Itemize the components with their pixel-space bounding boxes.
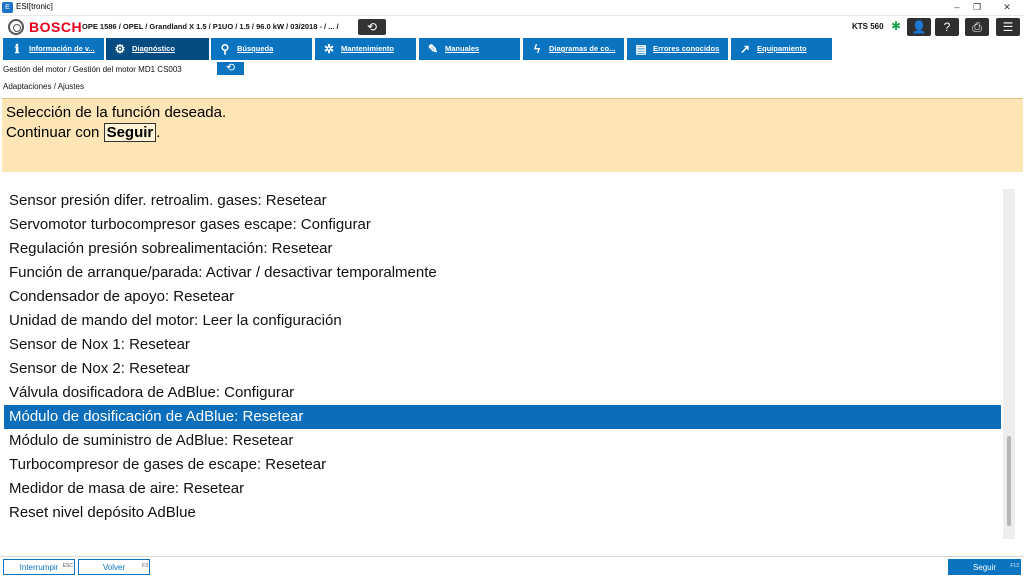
brand-name: BOSCH bbox=[29, 19, 83, 35]
breadcrumb: Gestión del motor / Gestión del motor MD… bbox=[3, 65, 182, 74]
tab-known-errors[interactable]: ▤ Errores conocidos bbox=[627, 38, 728, 60]
user-icon[interactable]: 👤 bbox=[907, 18, 931, 36]
instruction-prefix: Continuar con bbox=[6, 124, 100, 141]
next-label: Seguir bbox=[972, 563, 997, 572]
function-list: Sensor presión difer. retroalim. gases: … bbox=[4, 189, 1001, 539]
cancel-button[interactable]: Interrumpir ESC bbox=[3, 559, 75, 575]
window-title: ESI[tronic] bbox=[16, 2, 53, 11]
window-titlebar: E ESI[tronic] – ❐ ✕ bbox=[0, 0, 1024, 16]
help-icon[interactable]: ? bbox=[935, 18, 959, 36]
tab-equipment[interactable]: ↗ Equipamiento bbox=[731, 38, 832, 60]
tab-search[interactable]: ⚲ Búsqueda bbox=[211, 38, 312, 60]
wrench-icon: ✎ bbox=[427, 42, 439, 56]
book-icon: ▤ bbox=[635, 42, 647, 56]
list-scrollbar[interactable] bbox=[1003, 189, 1015, 539]
car-icon: ⚙ bbox=[114, 42, 126, 56]
back-button[interactable]: Volver F3 bbox=[78, 559, 150, 575]
info-icon: ℹ bbox=[14, 42, 20, 56]
list-item[interactable]: Condensador de apoyo: Resetear bbox=[4, 285, 1001, 309]
printer-icon[interactable]: ⎙ bbox=[965, 18, 989, 36]
list-item-selected[interactable]: Módulo de dosificación de AdBlue: Resete… bbox=[4, 405, 1001, 429]
instruction-line: Selección de la función deseada. bbox=[6, 104, 227, 121]
external-link-icon: ↗ bbox=[739, 42, 751, 56]
instruction-button-reference: Seguir bbox=[103, 123, 157, 142]
back-arrow-icon[interactable]: ⟲ bbox=[358, 19, 386, 35]
cancel-label: Interrumpir bbox=[19, 563, 59, 572]
instruction-line: Continuar con Seguir. bbox=[6, 123, 160, 142]
tab-diagnostics[interactable]: ⚙ Diagnóstico bbox=[106, 38, 209, 60]
tab-maintenance[interactable]: ✲ Mantenimiento bbox=[315, 38, 416, 60]
list-item[interactable]: Válvula dosificadora de AdBlue: Configur… bbox=[4, 381, 1001, 405]
list-item[interactable]: Sensor presión difer. retroalim. gases: … bbox=[4, 189, 1001, 213]
close-button[interactable]: ✕ bbox=[996, 1, 1018, 14]
back-label: Volver bbox=[102, 563, 126, 572]
main-nav: ℹ Información de v... ⚙ Diagnóstico ⚲ Búsqu… bbox=[0, 38, 1024, 60]
list-item[interactable]: Medidor de masa de aire: Resetear bbox=[4, 477, 1001, 501]
list-item[interactable]: Módulo de suministro de AdBlue: Resetear bbox=[4, 429, 1001, 453]
instruction-panel: Selección de la función deseada. Continu… bbox=[2, 98, 1023, 172]
tab-wiring-diagrams[interactable]: ϟ Diagramas de co... bbox=[523, 38, 624, 60]
next-button[interactable]: Seguir F12 bbox=[948, 559, 1021, 575]
cancel-shortcut: ESC bbox=[62, 563, 73, 569]
scrollbar-thumb[interactable] bbox=[1007, 436, 1011, 526]
restore-button[interactable]: ❐ bbox=[966, 1, 988, 14]
app-icon: E bbox=[2, 2, 13, 13]
list-item[interactable]: Sensor de Nox 2: Resetear bbox=[4, 357, 1001, 381]
list-item[interactable]: Función de arranque/parada: Activar / de… bbox=[4, 261, 1001, 285]
device-name: KTS 560 bbox=[852, 22, 884, 31]
list-item[interactable]: Servomotor turbocompresor gases escape: … bbox=[4, 213, 1001, 237]
menu-icon[interactable]: ☰ bbox=[996, 18, 1020, 36]
next-shortcut: F12 bbox=[1010, 563, 1019, 569]
back-shortcut: F3 bbox=[142, 563, 148, 569]
list-item[interactable]: Sensor de Nox 1: Resetear bbox=[4, 333, 1001, 357]
list-item[interactable]: Unidad de mando del motor: Leer la confi… bbox=[4, 309, 1001, 333]
bluetooth-icon: ✱ bbox=[891, 19, 902, 33]
bosch-logo-icon bbox=[8, 19, 24, 35]
search-icon: ⚲ bbox=[220, 42, 230, 56]
gears-icon: ✲ bbox=[323, 42, 335, 56]
page-subtitle: Adaptaciones / Ajustes bbox=[3, 82, 84, 91]
minimize-button[interactable]: – bbox=[946, 1, 968, 14]
instruction-suffix: . bbox=[156, 124, 161, 141]
list-item[interactable]: Reset nivel depósito AdBlue bbox=[4, 501, 1001, 525]
list-item[interactable]: Turbocompresor de gases de escape: Reset… bbox=[4, 453, 1001, 477]
vehicle-info: OPE 1586 / OPEL / Grandland X 1.5 / P1UO… bbox=[82, 22, 339, 31]
list-item[interactable]: Regulación presión sobrealimentación: Re… bbox=[4, 237, 1001, 261]
lightning-icon: ϟ bbox=[533, 42, 541, 56]
back-arrow-icon[interactable]: ⟲ bbox=[217, 62, 244, 75]
header-bar: BOSCH OPE 1586 / OPEL / Grandland X 1.5 … bbox=[0, 16, 1024, 38]
tab-vehicle-info[interactable]: ℹ Información de v... bbox=[3, 38, 104, 60]
tab-manuals[interactable]: ✎ Manuales bbox=[419, 38, 520, 60]
footer-bar: Interrumpir ESC Volver F3 Seguir F12 bbox=[0, 556, 1024, 576]
